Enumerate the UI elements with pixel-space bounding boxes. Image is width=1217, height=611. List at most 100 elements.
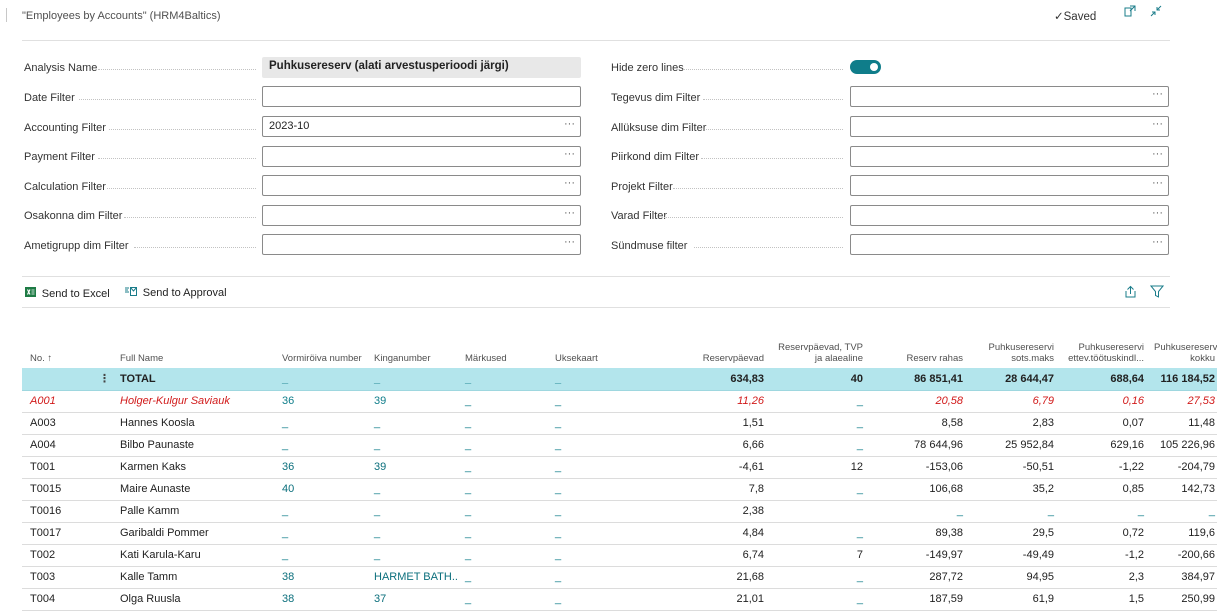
projekt-filter-input[interactable]: ··· bbox=[850, 175, 1169, 196]
cell-c10: 2,83 bbox=[965, 412, 1056, 435]
ellipsis-icon[interactable]: ··· bbox=[1152, 177, 1163, 189]
cell-no[interactable]: A004 bbox=[22, 434, 112, 457]
cell-c3: _ bbox=[274, 500, 366, 523]
ellipsis-icon[interactable]: ··· bbox=[1152, 88, 1163, 100]
cell-name[interactable]: Olga Ruusla bbox=[112, 588, 274, 611]
col-header-kinganumber[interactable]: Kinganumber bbox=[366, 334, 457, 368]
osakonna-dim-filter-input[interactable]: ··· bbox=[262, 205, 581, 226]
col-header-full-name[interactable]: Full Name bbox=[112, 334, 274, 368]
collapse-icon[interactable] bbox=[1150, 5, 1162, 20]
cell-no[interactable]: T001 bbox=[22, 456, 112, 479]
filter-icon[interactable] bbox=[1149, 285, 1165, 301]
approval-icon bbox=[125, 287, 140, 299]
ellipsis-icon[interactable]: ··· bbox=[1152, 236, 1163, 248]
cell-c4: _ bbox=[366, 500, 457, 523]
date-filter-label: Date Filter bbox=[24, 92, 75, 104]
cell-c12: 105 226,96 bbox=[1146, 434, 1217, 457]
hide-zero-lines-toggle[interactable] bbox=[850, 60, 881, 74]
send-to-excel-button[interactable]: Send to Excel bbox=[25, 287, 110, 300]
table-row[interactable]: T001 Karmen Kaks 36 39 _ _ -4,61 12 -153,06 -50,5… bbox=[22, 456, 1217, 479]
cell-c5: _ bbox=[457, 412, 547, 435]
cell-name[interactable]: Garibaldi Pommer bbox=[112, 522, 274, 545]
piirkond-dim-filter-label: Piirkond dim Filter bbox=[611, 151, 700, 163]
table-row[interactable]: T0015 Maire Aunaste 40 _ _ _ 7,8 _ 106,68 35,2 0,8… bbox=[22, 478, 1217, 501]
cell-c12: 119,6 bbox=[1146, 522, 1217, 545]
ellipsis-icon[interactable]: ··· bbox=[1152, 207, 1163, 219]
payment-filter-input[interactable]: ··· bbox=[262, 146, 581, 167]
table-row[interactable]: T0016 Palle Kamm _ _ _ _ 2,38 _ _ _ _ bbox=[22, 500, 1217, 523]
cell-no[interactable]: T002 bbox=[22, 544, 112, 567]
open-new-window-icon[interactable] bbox=[1124, 5, 1136, 20]
cell-c11: 0,16 bbox=[1056, 390, 1146, 413]
leader-dots bbox=[673, 188, 843, 189]
cell-c7: 7,8 bbox=[634, 478, 766, 501]
ellipsis-icon[interactable]: ··· bbox=[564, 148, 575, 160]
sundmuse-filter-input[interactable]: ··· bbox=[850, 234, 1169, 255]
ellipsis-icon[interactable]: ··· bbox=[564, 118, 575, 130]
col-header-tootuskindl[interactable]: Puhkusereservi ettev.töötuskindl... bbox=[1056, 334, 1146, 368]
table-row[interactable]: T003 Kalle Tamm 38 HARMET BATH... _ _ 21,68 _ 28… bbox=[22, 566, 1217, 589]
table-row[interactable]: T002 Kati Karula-Karu _ _ _ _ 6,74 7 -149,97 -49,… bbox=[22, 544, 1217, 567]
calculation-filter-input[interactable]: ··· bbox=[262, 175, 581, 196]
saved-status: ✓Saved bbox=[1054, 11, 1097, 23]
alluksuse-dim-filter-input[interactable]: ··· bbox=[850, 116, 1169, 137]
col-header-reservpaevad-tvp[interactable]: Reservpäevad, TVP ja alaealine bbox=[766, 334, 865, 368]
col-header-kokku[interactable]: Puhkusereserv kokku bbox=[1146, 334, 1217, 368]
cell-c11: 0,72 bbox=[1056, 522, 1146, 545]
date-filter-input[interactable] bbox=[262, 86, 581, 107]
cell-no[interactable]: A001 bbox=[22, 390, 112, 413]
cell-name[interactable]: Maire Aunaste bbox=[112, 478, 274, 501]
cell-c5: _ bbox=[457, 390, 547, 413]
table-row[interactable]: A004 Bilbo Paunaste _ _ _ _ 6,66 _ 78 644,96 25 9… bbox=[22, 434, 1217, 457]
cell-no[interactable]: T0016 bbox=[22, 500, 112, 523]
ellipsis-icon[interactable]: ··· bbox=[1152, 118, 1163, 130]
col-header-uksekaart[interactable]: Uksekaart bbox=[547, 334, 634, 368]
cell-no[interactable]: T0017 bbox=[22, 522, 112, 545]
cell-c11: 0,07 bbox=[1056, 412, 1146, 435]
cell-name[interactable]: Hannes Koosla bbox=[112, 412, 274, 435]
cell-c3: _ bbox=[274, 368, 366, 391]
cell-c9: -153,06 bbox=[865, 456, 965, 479]
ellipsis-icon[interactable]: ··· bbox=[564, 177, 575, 189]
varad-filter-input[interactable]: ··· bbox=[850, 205, 1169, 226]
send-to-approval-button[interactable]: Send to Approval bbox=[125, 287, 227, 299]
ellipsis-icon[interactable]: ··· bbox=[1152, 148, 1163, 160]
table-row[interactable]: A001 Holger-Kulgur Saviauk 36 39 _ _ 11,26 _ 20,… bbox=[22, 390, 1217, 413]
accounting-filter-value: 2023-10 bbox=[269, 120, 310, 132]
cell-name[interactable]: Palle Kamm bbox=[112, 500, 274, 523]
ametigrupp-dim-filter-input[interactable]: ··· bbox=[262, 234, 581, 255]
cell-no[interactable]: T0015 bbox=[22, 478, 112, 501]
leader-dots bbox=[98, 69, 256, 70]
share-icon[interactable] bbox=[1124, 285, 1137, 301]
col-header-no[interactable]: No. ↑ bbox=[22, 334, 112, 368]
cell-c10: 29,5 bbox=[965, 522, 1056, 545]
ellipsis-icon[interactable]: ··· bbox=[564, 236, 575, 248]
cell-no[interactable]: T004 bbox=[22, 588, 112, 611]
cell-c12: -200,66 bbox=[1146, 544, 1217, 567]
cell-name[interactable]: Holger-Kulgur Saviauk bbox=[112, 390, 274, 413]
col-header-sots-maks[interactable]: Puhkusereservi sots.maks bbox=[965, 334, 1056, 368]
col-header-markused[interactable]: Märkused bbox=[457, 334, 547, 368]
total-row[interactable]: ⋮ TOTAL _ _ _ _ 634,83 40 86 851,41 28 6… bbox=[22, 368, 1217, 391]
cell-name[interactable]: Kalle Tamm bbox=[112, 566, 274, 589]
col-header-reservpaevad[interactable]: Reservpäevad bbox=[634, 334, 766, 368]
table-row[interactable]: A003 Hannes Koosla _ _ _ _ 1,51 _ 8,58 2,83 0,07 11… bbox=[22, 412, 1217, 435]
tegevus-dim-filter-input[interactable]: ··· bbox=[850, 86, 1169, 107]
cell-c6: _ bbox=[547, 390, 634, 413]
cell-no[interactable]: A003 bbox=[22, 412, 112, 435]
col-header-vormiroiva-number[interactable]: Vormiröiva number bbox=[274, 334, 366, 368]
cell-name[interactable]: Karmen Kaks bbox=[112, 456, 274, 479]
cell-no[interactable]: T003 bbox=[22, 566, 112, 589]
table-row[interactable]: T0017 Garibaldi Pommer _ _ _ _ 4,84 _ 89,38 29,5 0… bbox=[22, 522, 1217, 545]
accounting-filter-input[interactable]: 2023-10 ··· bbox=[262, 116, 581, 137]
ellipsis-icon[interactable]: ··· bbox=[564, 207, 575, 219]
table-row[interactable]: T004 Olga Ruusla 38 37 _ _ 21,01 _ 187,59 61,9 1,5… bbox=[22, 588, 1217, 611]
analysis-name-field[interactable]: Puhkusereserv (alati arvestusperioodi jä… bbox=[262, 57, 581, 78]
piirkond-dim-filter-input[interactable]: ··· bbox=[850, 146, 1169, 167]
col-header-reserv-rahas[interactable]: Reserv rahas bbox=[865, 334, 965, 368]
header-divider bbox=[22, 40, 1170, 41]
cell-name[interactable]: Kati Karula-Karu bbox=[112, 544, 274, 567]
alluksuse-dim-filter-label: Allüksuse dim Filter bbox=[611, 122, 707, 134]
cell-name[interactable]: Bilbo Paunaste bbox=[112, 434, 274, 457]
row-menu-icon[interactable]: ⋮ bbox=[22, 368, 112, 391]
